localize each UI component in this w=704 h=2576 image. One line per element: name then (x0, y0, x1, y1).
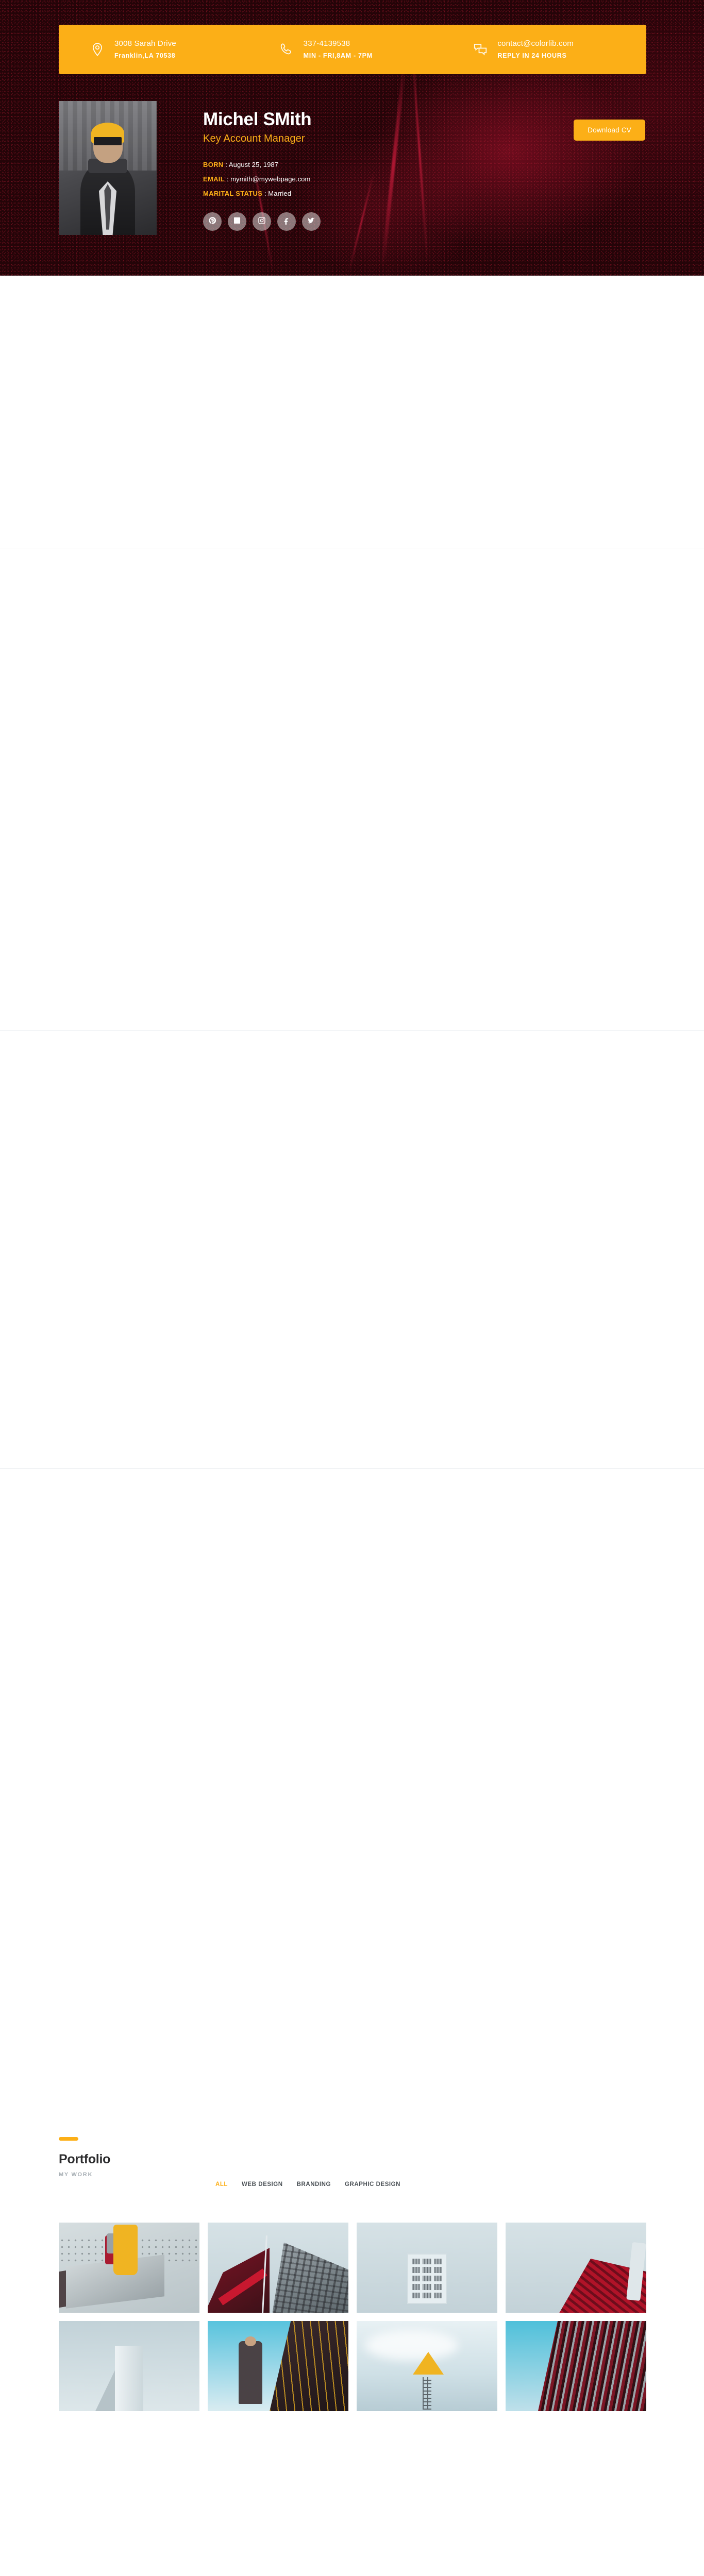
email-address: contact@colorlib.com (497, 39, 574, 48)
portfolio-item-red-striped-roof[interactable] (506, 2223, 646, 2313)
work-experience-section: Work Experience PREVIOUS JOBS JUNIOR PRO… (0, 549, 704, 1469)
page-title: Michel SMith (203, 109, 312, 129)
address-line-2: Franklin,LA 70538 (114, 52, 176, 59)
detail-email-value: : mymith@mywebpage.com (224, 175, 311, 183)
phone-icon (279, 42, 294, 57)
hero-streak-decoration (381, 62, 406, 268)
email-reply-time: REPLY IN 24 HOURS (497, 52, 567, 59)
contact-item-email[interactable]: contact@colorlib.com REPLY IN 24 HOURS (452, 38, 646, 61)
download-cv-button[interactable]: Download CV (574, 120, 645, 141)
profile-photo (59, 101, 157, 235)
portfolio-item-white-tower-windows[interactable] (357, 2223, 497, 2313)
section-divider (0, 1030, 704, 1031)
personal-details-list: BORN : August 25, 1987 EMAIL : mymith@my… (203, 161, 310, 204)
twitter-icon (307, 216, 315, 227)
portfolio-section: Portfolio MY WORK ALL WEB DESIGN BRANDIN… (0, 1030, 704, 2411)
hero-banner: 3008 Sarah Drive Franklin,LA 70538 337-4… (0, 0, 704, 276)
portfolio-item-man-walking-building[interactable] (208, 2321, 348, 2411)
portfolio-item-red-brick-facade[interactable] (506, 2321, 646, 2411)
instagram-icon (258, 216, 266, 227)
education-section: Education ACADEMIC CAREER MASTER DEGREE … (0, 1468, 704, 1958)
social-link-linkedin[interactable] (228, 212, 246, 231)
contact-item-address[interactable]: 3008 Sarah Drive Franklin,LA 70538 (59, 38, 263, 61)
detail-email-label: EMAIL (203, 175, 225, 183)
portfolio-grid (59, 2223, 646, 2411)
detail-marital-status: MARITAL STATUS : Married (203, 190, 310, 197)
portfolio-item-angular-building-facade[interactable] (208, 2223, 348, 2313)
contact-item-phone[interactable]: 337-4139538 MIN - FRI,8AM - 7PM (263, 38, 452, 61)
detail-marital-label: MARITAL STATUS (203, 190, 263, 197)
address-line-1: 3008 Sarah Drive (114, 39, 176, 48)
social-link-pinterest[interactable] (203, 212, 222, 231)
detail-marital-value: : Married (262, 190, 292, 197)
detail-born-label: BORN (203, 161, 224, 168)
portfolio-title: Portfolio (59, 2152, 111, 2166)
filter-web-design[interactable]: WEB DESIGN (242, 2181, 283, 2188)
location-pin-icon (90, 42, 105, 57)
portfolio-subtitle: MY WORK (59, 2172, 93, 2178)
filter-all[interactable]: ALL (215, 2181, 228, 2188)
job-role-subtitle: Key Account Manager (203, 133, 305, 144)
pinterest-icon (208, 216, 216, 227)
portfolio-item-yellow-triangle-tower[interactable] (357, 2321, 497, 2411)
phone-number: 337-4139538 (303, 39, 350, 48)
about-section: About me PROFESSIONAL PATH Duis non volu… (0, 276, 704, 800)
social-links (203, 212, 321, 231)
linkedin-icon (233, 216, 241, 227)
profile-photo-artwork (59, 101, 157, 235)
contact-bar: 3008 Sarah Drive Franklin,LA 70538 337-4… (59, 25, 646, 74)
portfolio-item-white-tower-sky[interactable] (59, 2321, 199, 2411)
portfolio-heading-block: Portfolio MY WORK (59, 2137, 110, 2178)
portfolio-filters: ALL WEB DESIGN BRANDING GRAPHIC DESIGN (215, 2181, 400, 2188)
social-link-facebook[interactable] (277, 212, 296, 231)
facebook-icon (282, 216, 291, 227)
section-divider (0, 1468, 704, 1469)
portfolio-item-person-with-yellow-coat[interactable] (59, 2223, 199, 2313)
social-link-instagram[interactable] (253, 212, 271, 231)
hero-streak-decoration (411, 41, 428, 263)
detail-email: EMAIL : mymith@mywebpage.com (203, 175, 310, 183)
chat-bubble-icon (473, 42, 488, 57)
hero-streak-decoration (348, 171, 375, 272)
phone-hours: MIN - FRI,8AM - 7PM (303, 52, 373, 59)
detail-born-value: : August 25, 1987 (223, 161, 279, 168)
filter-branding[interactable]: BRANDING (297, 2181, 331, 2188)
accent-bar (59, 2137, 78, 2141)
detail-born: BORN : August 25, 1987 (203, 161, 310, 168)
social-link-twitter[interactable] (302, 212, 321, 231)
filter-graphic-design[interactable]: GRAPHIC DESIGN (345, 2181, 400, 2188)
